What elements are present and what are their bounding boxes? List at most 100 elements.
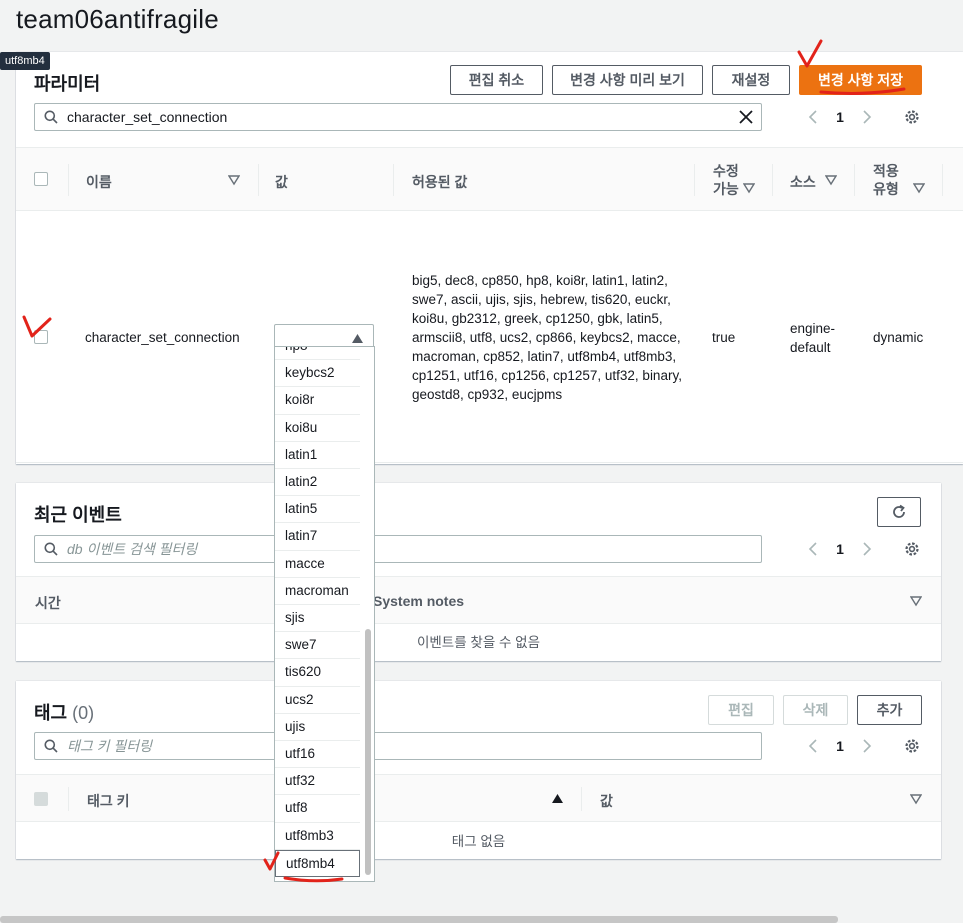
- row-apply-type: dynamic: [873, 330, 924, 345]
- tag-search-input[interactable]: 태그 키 필터링: [34, 732, 762, 760]
- dropdown-option[interactable]: ujis: [275, 714, 360, 741]
- dropdown-option[interactable]: koi8u: [275, 415, 360, 442]
- value-dropdown-list: utf8mb4 utf8mb3 utf8 utf32 utf16 ujis ucs2 tis6…: [274, 346, 375, 882]
- col-value: 값: [275, 174, 288, 190]
- dropdown-option[interactable]: utf8: [275, 795, 360, 823]
- dropdown-option[interactable]: utf16: [275, 741, 360, 769]
- delete-tag-button[interactable]: 삭제: [783, 695, 848, 725]
- tags-panel: 태그 (0) 편집 삭제 추가 태그 키 필터링 1 태그 키 값 태그 없음: [16, 681, 941, 859]
- dropdown-option[interactable]: tis620: [275, 659, 360, 687]
- row-modifiable: true: [712, 330, 736, 345]
- dropdown-option[interactable]: latin5: [275, 496, 360, 524]
- chevron-left-icon[interactable]: [803, 107, 823, 127]
- search-icon: [35, 739, 67, 753]
- page-number[interactable]: 1: [823, 109, 857, 125]
- dropdown-option[interactable]: hp8: [275, 347, 360, 361]
- dropdown-option[interactable]: koi8r: [275, 387, 360, 415]
- event-search-input[interactable]: db 이벤트 검색 필터링: [34, 535, 762, 563]
- tags-title: 태그 (0): [34, 699, 94, 725]
- dropdown-option[interactable]: latin7: [275, 523, 360, 551]
- dropdown-option[interactable]: keybcs2: [275, 360, 360, 388]
- row-source: engine-default: [790, 321, 836, 355]
- dropdown-option[interactable]: swe7: [275, 632, 360, 660]
- col-modifiable[interactable]: 수정 가능: [713, 162, 739, 198]
- dropdown-scrollbar[interactable]: [365, 629, 371, 875]
- parameters-title: 파라미터: [34, 74, 101, 94]
- cancel-edit-button[interactable]: 편집 취소: [450, 65, 543, 95]
- chevron-right-icon[interactable]: [857, 107, 877, 127]
- event-search-placeholder: db 이벤트 검색 필터링: [67, 541, 198, 557]
- tags-pagination: 1: [803, 736, 877, 756]
- sort-icon[interactable]: [910, 595, 922, 607]
- dropdown-option[interactable]: utf32: [275, 768, 360, 796]
- row-checkbox[interactable]: [34, 330, 48, 344]
- dropdown-option[interactable]: utf8mb3: [275, 823, 360, 850]
- gear-icon[interactable]: [902, 107, 922, 127]
- gear-icon[interactable]: [902, 736, 922, 756]
- dropdown-option[interactable]: latin2: [275, 469, 360, 497]
- clear-icon[interactable]: [739, 110, 753, 124]
- sort-icon[interactable]: [913, 182, 925, 194]
- parameter-search-input[interactable]: character_set_connection: [34, 103, 762, 131]
- chevron-left-icon[interactable]: [803, 736, 823, 756]
- edit-tag-button[interactable]: 편집: [708, 695, 774, 725]
- chevron-right-icon[interactable]: [857, 736, 877, 756]
- tags-table-header: 태그 키 값: [16, 774, 941, 822]
- dropdown-option[interactable]: ucs2: [275, 687, 360, 714]
- col-tag-key[interactable]: 태그 키: [87, 791, 130, 811]
- reset-button[interactable]: 재설정: [712, 65, 790, 95]
- select-all-checkbox[interactable]: [34, 172, 48, 186]
- col-allowed: 허용된 값: [412, 174, 468, 190]
- gear-icon[interactable]: [902, 539, 922, 559]
- refresh-button[interactable]: [877, 497, 921, 527]
- chevron-left-icon[interactable]: [803, 539, 823, 559]
- col-tag-value: 값: [600, 793, 613, 809]
- tooltip: utf8mb4: [0, 52, 50, 70]
- page-number[interactable]: 1: [823, 541, 857, 557]
- col-system-notes: System notes: [373, 593, 465, 609]
- col-name[interactable]: 이름: [86, 172, 112, 192]
- col-apply-type[interactable]: 적용 유형: [873, 162, 899, 198]
- sort-icon[interactable]: [743, 182, 755, 194]
- dropdown-option[interactable]: latin1: [275, 442, 360, 469]
- page-number[interactable]: 1: [823, 738, 857, 754]
- col-modifiable-line2: 가능: [713, 181, 739, 197]
- row-allowed-values: big5, dec8, cp850, hp8, koi8r, latin1, l…: [412, 273, 682, 402]
- search-icon: [35, 110, 67, 124]
- dropdown-option[interactable]: utf8mb4: [275, 849, 360, 877]
- caret-up-icon: [352, 334, 363, 343]
- col-time: 시간: [35, 595, 61, 611]
- select-all-tags-checkbox[interactable]: [34, 792, 48, 806]
- dropdown-option[interactable]: macce: [275, 551, 360, 578]
- sort-icon[interactable]: [825, 174, 837, 186]
- chevron-right-icon[interactable]: [857, 539, 877, 559]
- save-changes-button[interactable]: 변경 사항 저장: [799, 65, 922, 95]
- dropdown-option[interactable]: sjis: [275, 605, 360, 633]
- parameters-pagination: 1: [803, 107, 877, 127]
- col-source[interactable]: 소스: [790, 172, 816, 192]
- row-name: character_set_connection: [85, 330, 240, 345]
- preview-changes-button[interactable]: 변경 사항 미리 보기: [552, 65, 703, 95]
- col-apply-line1: 적용: [873, 163, 899, 179]
- search-value: character_set_connection: [67, 109, 228, 125]
- row-bottom-border: [16, 462, 963, 463]
- events-title: 최근 이벤트: [34, 505, 122, 525]
- sort-asc-icon[interactable]: [552, 794, 563, 803]
- parameters-panel: 파라미터 편집 취소 변경 사항 미리 보기 재설정 변경 사항 저장 char…: [16, 52, 963, 464]
- tags-empty-message: 태그 없음: [451, 834, 506, 849]
- horizontal-scrollbar[interactable]: [0, 916, 838, 923]
- search-icon: [35, 542, 67, 556]
- page-title: team06antifragile: [16, 4, 219, 34]
- tags-count: (0): [72, 703, 95, 723]
- events-table-header: 시간 System notes: [16, 576, 941, 624]
- sort-icon[interactable]: [910, 793, 922, 805]
- tags-title-text: 태그: [34, 703, 68, 723]
- parameters-table-header: 이름 값 허용된 값 수정 가능 소스 적용 유형: [16, 147, 963, 211]
- dropdown-option[interactable]: macroman: [275, 578, 360, 605]
- refresh-icon: [893, 504, 905, 518]
- add-tag-button[interactable]: 추가: [857, 695, 922, 725]
- sort-icon[interactable]: [228, 174, 240, 186]
- events-pagination: 1: [803, 539, 877, 559]
- col-apply-line2: 유형: [873, 181, 899, 197]
- tag-search-placeholder: 태그 키 필터링: [67, 738, 153, 754]
